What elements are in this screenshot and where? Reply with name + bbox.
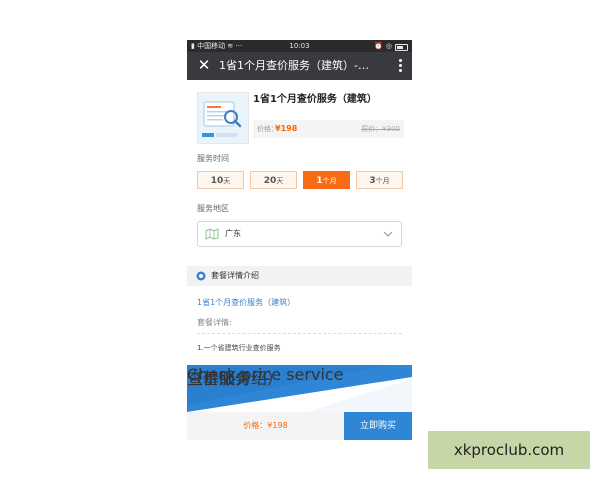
status-icons: ⏰ ◎: [374, 40, 408, 52]
original-price: 原价：¥300: [361, 125, 400, 133]
bottom-bar: 价格：¥198 立即购买: [187, 412, 412, 440]
alarm-icon: ⏰: [374, 42, 383, 50]
watermark: xkproclub.com: [428, 431, 590, 469]
more-options-icon[interactable]: [396, 58, 404, 74]
close-icon[interactable]: ✕: [196, 57, 212, 73]
duration-option-3-months[interactable]: 3个月: [356, 171, 403, 189]
mute-icon: ◎: [385, 42, 392, 50]
current-price: ¥198: [275, 124, 298, 133]
chevron-down-icon: [383, 231, 393, 237]
map-icon: [205, 228, 219, 240]
service-time-label: 服务时间: [197, 154, 229, 163]
page-title: 1省1个月查价服务（建筑）-…: [219, 59, 369, 72]
duration-option-20-days[interactable]: 20天: [250, 171, 297, 189]
duration-option-1-month[interactable]: 1个月: [303, 171, 350, 189]
package-name-link[interactable]: 1省1个月查价服务（建筑）: [197, 297, 295, 308]
region-value: 广东: [225, 229, 241, 238]
product-thumbnail: [197, 92, 249, 144]
status-bar: ▮ 中国移动 ≋ ··· 10:03 ⏰ ◎: [187, 40, 412, 52]
product-name: 1省1个月查价服务（建筑）: [253, 94, 377, 105]
price-box: 价格： ¥198 原价：¥300: [253, 120, 404, 138]
divider: [197, 333, 402, 334]
banner-english: Check price service: [187, 365, 344, 384]
package-section-header: 套餐详情介绍: [187, 266, 412, 286]
region-select[interactable]: 广东: [197, 221, 402, 247]
phone-screen: ▮ 中国移动 ≋ ··· 10:03 ⏰ ◎ ✕ 1省1个月查价服务（建筑）-……: [187, 40, 412, 440]
package-detail-label: 套餐详情:: [197, 318, 232, 327]
battery-icon: [395, 44, 408, 51]
package-detail-item: 1.一个省建筑行业查价服务: [197, 344, 281, 352]
nav-bar: ✕ 1省1个月查价服务（建筑）-…: [187, 52, 412, 80]
service-area-label: 服务地区: [197, 204, 229, 213]
package-section-title: 套餐详情介绍: [211, 271, 259, 280]
document-search-icon: [202, 101, 242, 137]
bottom-price: 价格：¥198: [187, 412, 344, 440]
duration-option-10-days[interactable]: 10天: [197, 171, 244, 189]
buy-now-button[interactable]: 立即购买: [344, 412, 412, 440]
info-badge-icon: [196, 271, 206, 281]
